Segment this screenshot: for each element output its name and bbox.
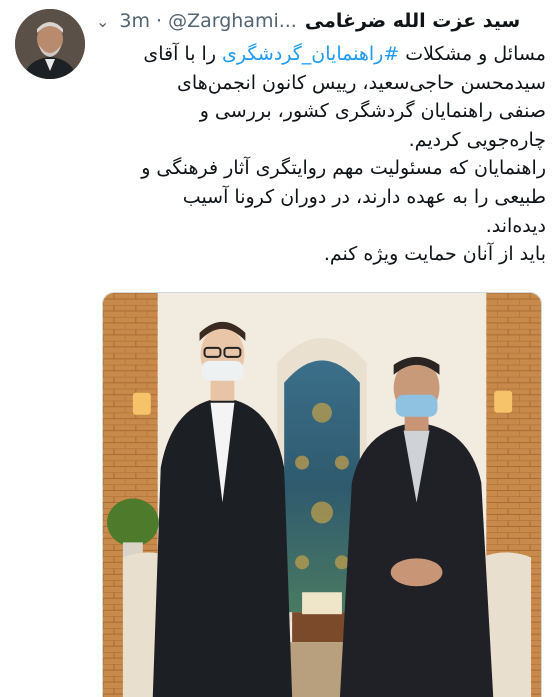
tweet-header: سید عزت الله ضرغامی @Zarghami... · 3m ⌄ [96,6,548,36]
tweet-text-line: صنفی راهنمایان گردشگری کشور، بررسی و [199,100,546,123]
hashtag-link[interactable]: #راهنمایان_گردشگری [222,43,399,65]
avatar[interactable] [15,9,85,79]
tweet-text-line: طبیعی را به عهده دارند، در دوران کرونا آ… [182,185,546,208]
tweet-photo[interactable] [102,292,542,697]
separator-dot: · [156,10,163,32]
chevron-down-icon[interactable]: ⌄ [96,12,109,31]
tweet-text-line: راهنمایان که مسئولیت مهم روایتگری آثار ف… [141,157,546,180]
author-display-name[interactable]: سید عزت الله ضرغامی [305,10,520,32]
photo-image [103,293,541,697]
tweet-text-line: مسائل و مشکلات #راهنمایان_گردشگری را با … [96,40,546,69]
tweet-text-line: سیدمحسن حاجی‌سعید، رییس کانون انجمن‌های [177,71,546,94]
tweet[interactable]: سید عزت الله ضرغامی @Zarghami... · 3m ⌄ … [0,0,558,697]
tweet-timestamp[interactable]: 3m [119,10,150,32]
tweet-text-line: باید از آنان حمایت ویژه کنم. [323,243,546,266]
tweet-text-segment: مسائل و مشکلات [405,43,546,65]
author-handle[interactable]: @Zarghami... [168,10,297,32]
tweet-text-line: چاره‌جویی کردیم. [408,128,546,151]
profile-photo-icon [15,9,85,79]
tweet-text: مسائل و مشکلات #راهنمایان_گردشگری را با … [96,40,546,269]
tweet-text-segment: را با آقای [143,43,216,65]
tweet-text-line: دیده‌اند. [485,214,546,237]
